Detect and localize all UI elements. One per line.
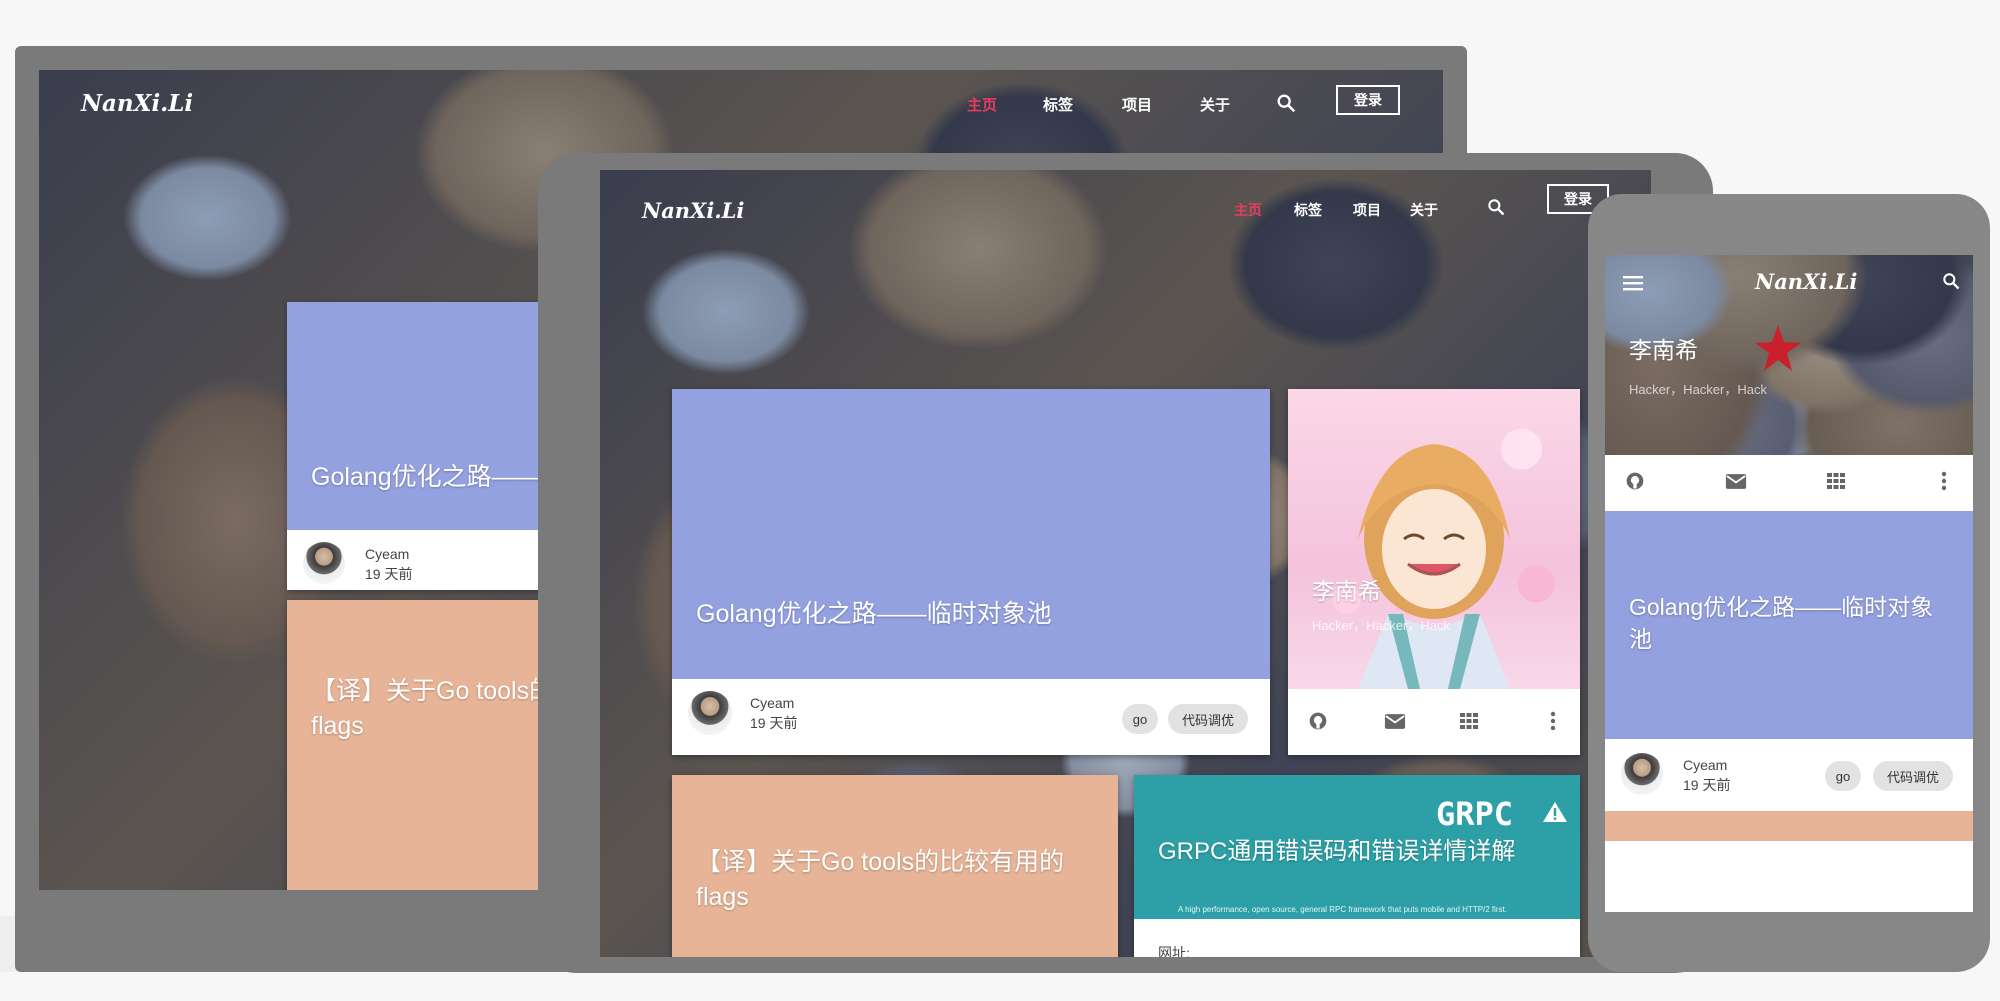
search-icon[interactable] <box>1275 92 1297 114</box>
more-vert-icon[interactable] <box>1550 711 1556 731</box>
post-author: Cyeam 19 天前 <box>365 546 412 584</box>
more-vert-icon[interactable] <box>1941 471 1947 491</box>
profile-bio: Hacker，Hacker，Hack <box>1312 618 1450 633</box>
grpc-tagline: A high performance, open source, general… <box>1178 905 1508 914</box>
author-name[interactable]: Cyeam <box>750 695 797 711</box>
phone-frame: NanXi.Li 李南希 Hacker，Hacker，Hack Golang优化… <box>1588 194 1990 972</box>
post-author: Cyeam 19 天前 <box>1683 757 1730 795</box>
apps-grid-icon[interactable] <box>1827 473 1845 489</box>
profile-action-bar <box>1605 455 1973 507</box>
post-title[interactable]: GRPC通用错误码和错误详情详解 <box>1158 835 1515 869</box>
nav-projects[interactable]: 项目 <box>1353 200 1381 220</box>
post-title[interactable]: 【译】关于Go tools的比较有用的flags <box>696 845 1096 915</box>
mail-icon[interactable] <box>1725 473 1747 490</box>
phone-screen: NanXi.Li 李南希 Hacker，Hacker，Hack Golang优化… <box>1605 255 1973 912</box>
avatar <box>1621 753 1663 795</box>
post-meta-label: 网址: <box>1158 945 1190 957</box>
post-time: 19 天前 <box>1683 777 1731 793</box>
post-title-line1: 【译】关于Go tools的 <box>311 677 555 705</box>
profile-cover-image <box>1288 389 1580 689</box>
site-logo[interactable]: NanXi.Li <box>642 198 744 223</box>
tag-chip[interactable]: 代码调优 <box>1168 704 1248 734</box>
grpc-logo: GRPC <box>1436 795 1514 833</box>
starfish-image <box>1755 325 1801 371</box>
tag-chip[interactable]: 代码调优 <box>1873 761 1953 791</box>
post-card-hero <box>1605 811 1973 841</box>
laptop-navbar: NanXi.Li 主页 标签 项目 关于 登录 <box>39 70 1443 140</box>
author-name[interactable]: Cyeam <box>365 546 412 562</box>
search-icon[interactable] <box>1486 197 1506 217</box>
tablet-frame: NanXi.Li 主页 标签 项目 关于 登录 Golang优化之路——临时对象… <box>538 153 1713 973</box>
github-icon[interactable] <box>1625 471 1645 491</box>
tablet-navbar: NanXi.Li 主页 标签 项目 关于 登录 <box>600 170 1651 240</box>
post-card[interactable]: Golang优化之路——临时对象池 Cyeam 19 天前 go 代码调优 <box>672 389 1270 755</box>
nav-projects[interactable]: 项目 <box>1122 94 1152 115</box>
github-icon[interactable] <box>1308 711 1328 731</box>
apps-grid-icon[interactable] <box>1460 713 1478 729</box>
profile-anime-illustration <box>1358 444 1510 689</box>
avatar <box>303 542 345 584</box>
tag-chip[interactable]: go <box>1122 704 1158 734</box>
post-title[interactable]: Golang优化之路——临时对象池 <box>696 597 1052 632</box>
profile-bio: Hacker，Hacker，Hack <box>1629 382 1767 397</box>
author-name[interactable]: Cyeam <box>1683 757 1730 773</box>
post-card[interactable]: 【译】关于Go tools的比较有用的flags <box>672 775 1118 957</box>
mail-icon[interactable] <box>1384 713 1406 730</box>
profile-name: 李南希 <box>1629 337 1698 363</box>
avatar <box>688 691 732 735</box>
site-logo[interactable]: NanXi.Li <box>1755 269 1857 294</box>
tablet-screen: NanXi.Li 主页 标签 项目 关于 登录 Golang优化之路——临时对象… <box>600 170 1651 957</box>
login-button[interactable]: 登录 <box>1336 85 1400 115</box>
nav-tags[interactable]: 标签 <box>1294 200 1322 220</box>
post-time: 19 天前 <box>365 566 413 582</box>
post-card-hero <box>672 389 1270 679</box>
post-author: Cyeam 19 天前 <box>750 695 797 733</box>
post-time: 19 天前 <box>750 715 798 731</box>
post-card[interactable]: GRPC GRPC通用错误码和错误详情详解 A high performance… <box>1134 775 1580 957</box>
nav-tags[interactable]: 标签 <box>1043 94 1073 115</box>
post-title[interactable]: 【译】关于Go tools的 flags <box>311 674 554 744</box>
post-title[interactable]: Golang优化之路——临时对象池 <box>1629 591 1949 655</box>
nav-home[interactable]: 主页 <box>967 94 997 115</box>
post-title-line2: flags <box>311 712 364 740</box>
search-icon[interactable] <box>1941 271 1961 291</box>
nav-home[interactable]: 主页 <box>1234 200 1262 220</box>
warning-icon <box>1542 801 1568 823</box>
tag-chip[interactable]: go <box>1825 761 1861 791</box>
nav-about[interactable]: 关于 <box>1410 200 1438 220</box>
site-logo[interactable]: NanXi.Li <box>81 90 193 117</box>
profile-name: 李南希 <box>1312 578 1381 604</box>
profile-card: 李南希 Hacker，Hacker，Hack <box>1288 389 1580 755</box>
nav-about[interactable]: 关于 <box>1200 94 1230 115</box>
hamburger-menu-icon[interactable] <box>1623 275 1643 291</box>
